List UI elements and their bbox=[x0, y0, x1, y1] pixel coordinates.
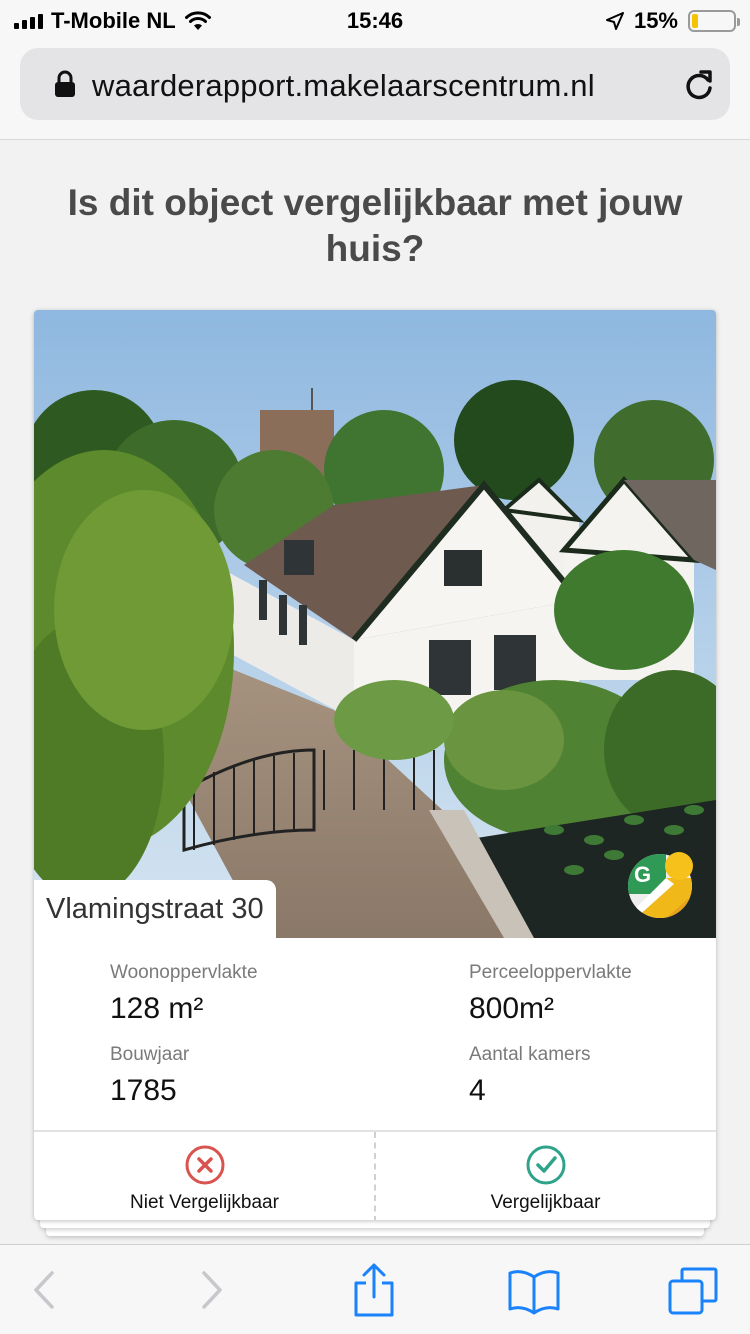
not-comparable-label: Niet Vergelijkbaar bbox=[130, 1192, 279, 1213]
spec-build-year: Bouwjaar 1785 bbox=[110, 1044, 189, 1108]
street-view-icon[interactable]: G bbox=[626, 848, 698, 920]
bookmarks-icon[interactable] bbox=[506, 1267, 562, 1315]
spec-label: Perceeloppervlakte bbox=[469, 962, 632, 983]
browser-toolbar bbox=[0, 1244, 750, 1334]
lock-icon bbox=[55, 70, 75, 97]
comparable-button[interactable]: Vergelijkbaar bbox=[375, 1132, 716, 1220]
browser-header: waarderapport.makelaarscentrum.nl bbox=[0, 42, 750, 140]
reload-icon[interactable] bbox=[682, 66, 716, 102]
spec-label: Bouwjaar bbox=[110, 1044, 190, 1065]
property-address: Vlamingstraat 30 bbox=[34, 880, 276, 938]
back-icon[interactable] bbox=[30, 1265, 60, 1315]
property-card[interactable]: Vlamingstraat 30 G Woonoppervlakte 128 m… bbox=[34, 310, 716, 1220]
not-comparable-button[interactable]: Niet Vergelijkbaar bbox=[34, 1132, 375, 1220]
check-circle-icon bbox=[526, 1145, 565, 1185]
svg-text:G: G bbox=[634, 862, 651, 887]
page-title: Is dit object vergelijkbaar met jouw hui… bbox=[67, 182, 683, 269]
location-arrow-icon bbox=[605, 12, 624, 30]
spec-value: 1785 bbox=[110, 1074, 177, 1107]
spec-value: 4 bbox=[469, 1074, 486, 1107]
comparable-label: Vergelijkbaar bbox=[490, 1192, 601, 1213]
spec-value: 128 m² bbox=[110, 992, 204, 1025]
comparison-actions: Niet Vergelijkbaar Vergelijkbaar bbox=[34, 1130, 716, 1220]
battery-icon bbox=[688, 10, 740, 32]
property-specs: Woonoppervlakte 128 m² Perceeloppervlakt… bbox=[34, 938, 716, 1130]
close-circle-icon bbox=[185, 1145, 224, 1185]
share-icon[interactable] bbox=[352, 1261, 396, 1319]
spec-living-area: Woonoppervlakte 128 m² bbox=[110, 962, 258, 1026]
url-text[interactable]: waarderapport.makelaarscentrum.nl bbox=[92, 68, 595, 104]
spec-label: Aantal kamers bbox=[469, 1044, 591, 1065]
spec-value: 800m² bbox=[469, 992, 555, 1025]
address-bar[interactable]: waarderapport.makelaarscentrum.nl bbox=[20, 48, 730, 120]
spec-plot-area: Perceeloppervlakte 800m² bbox=[469, 962, 632, 1026]
battery-percent: 15% bbox=[633, 8, 678, 33]
property-photo: Vlamingstraat 30 G bbox=[34, 310, 716, 938]
status-bar: T-Mobile NL 15:46 15% bbox=[0, 0, 750, 42]
forward-icon[interactable] bbox=[196, 1265, 226, 1315]
battery-fill bbox=[692, 14, 698, 28]
spec-label: Woonoppervlakte bbox=[110, 962, 258, 983]
spec-room-count: Aantal kamers 4 bbox=[469, 1044, 590, 1108]
tabs-icon[interactable] bbox=[666, 1265, 720, 1317]
